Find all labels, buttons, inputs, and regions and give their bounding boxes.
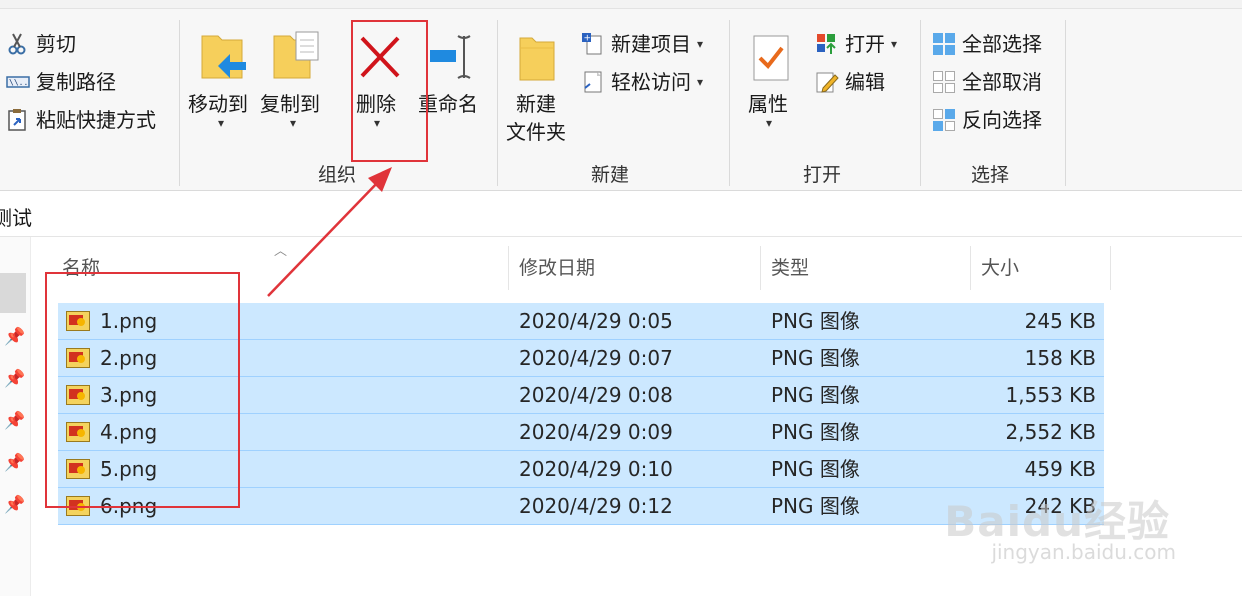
baidu-watermark-url: jingyan.baidu.com (991, 540, 1176, 564)
